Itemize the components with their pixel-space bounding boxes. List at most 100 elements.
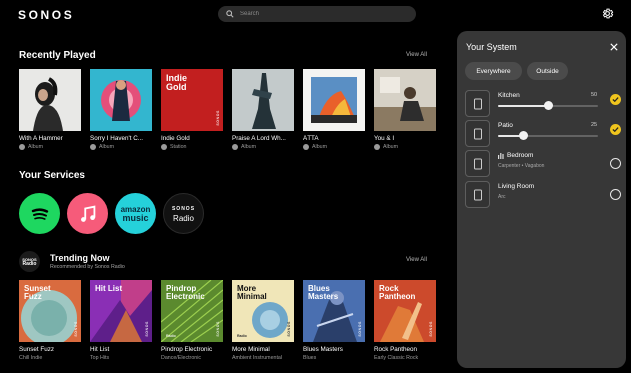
search-bar[interactable] xyxy=(218,6,416,22)
trending-view-all-link[interactable]: View All xyxy=(406,257,427,263)
art-sonos-mark: SONOS xyxy=(429,321,433,337)
room-select-circle[interactable] xyxy=(610,189,621,200)
recent-card-praise-a-lord[interactable]: Praise A Lord Wh... Album xyxy=(232,69,294,150)
card-type: Album xyxy=(99,144,115,150)
art-label: Indie Gold xyxy=(166,73,188,92)
card-title: Indie Gold xyxy=(161,135,190,142)
speaker-icon xyxy=(465,120,490,147)
sonos-radio-label-bottom: Radio xyxy=(173,213,194,223)
room-volume: 25 xyxy=(591,122,598,128)
art-label: Hit List xyxy=(95,284,123,293)
album-art xyxy=(374,69,436,131)
apple-music-service-button[interactable] xyxy=(67,193,108,234)
room-name: Patio xyxy=(498,122,513,129)
search-input[interactable] xyxy=(240,11,390,17)
volume-slider-thumb[interactable] xyxy=(544,101,553,110)
card-genre: Ambient Instrumental xyxy=(232,355,283,361)
your-services-heading: Your Services xyxy=(19,170,85,181)
art-label: More Minimal xyxy=(237,284,267,301)
apple-music-icon xyxy=(19,144,25,150)
card-title: Rock Pantheon xyxy=(374,346,418,353)
card-type: Station xyxy=(170,144,187,150)
card-title: Pindrop Electronic xyxy=(161,346,213,353)
sonos-radio-badge: SONOS Radio xyxy=(19,251,40,272)
art-label: Pindrop Electronic xyxy=(166,284,205,301)
group-pill-everywhere[interactable]: Everywhere xyxy=(465,62,522,80)
room-bedroom[interactable]: Bedroom Carpenter • Vagabon xyxy=(465,150,621,178)
room-living-room[interactable]: Living Room Arc xyxy=(465,181,621,209)
room-selected-check[interactable] xyxy=(610,124,621,135)
art-radio-mark: Radio xyxy=(166,334,176,338)
art-sonos-mark: SONOS xyxy=(216,110,220,126)
recent-card-you-and-i[interactable]: You & I Album xyxy=(374,69,436,150)
art-sonos-mark: SONOS xyxy=(145,321,149,337)
apple-music-icon xyxy=(374,144,380,150)
close-icon[interactable] xyxy=(610,43,618,51)
room-product: Arc xyxy=(498,194,506,200)
room-name: Kitchen xyxy=(498,92,520,99)
trending-card-pindrop-electronic[interactable]: Pindrop Electronic Radio SONOS Pindrop E… xyxy=(161,280,223,361)
card-type: Album xyxy=(383,144,399,150)
room-name: Bedroom xyxy=(507,152,534,159)
card-genre: Blues xyxy=(303,355,317,361)
speaker-icon xyxy=(465,181,490,208)
art-sonos-mark: SONOS xyxy=(216,321,220,337)
album-art xyxy=(19,69,81,131)
room-now-playing: Carpenter • Vagabon xyxy=(498,163,545,169)
room-patio[interactable]: Patio 25 xyxy=(465,120,621,148)
badge-bottom: Radio xyxy=(22,260,37,267)
recent-card-sorry[interactable]: Sorry I Haven't C... Album xyxy=(90,69,152,150)
trending-subtitle: Recommended by Sonos Radio xyxy=(50,264,125,270)
amazon-music-service-button[interactable]: amazon music xyxy=(115,193,156,234)
volume-slider-thumb[interactable] xyxy=(519,131,528,140)
trending-card-blues-masters[interactable]: Blues Masters SONOS Blues Masters Blues xyxy=(303,280,365,361)
sonos-radio-service-button[interactable]: SONOS Radio xyxy=(163,193,204,234)
speaker-icon xyxy=(465,150,490,177)
recent-card-atta[interactable]: ÁTTA Album xyxy=(303,69,365,150)
recent-card-with-a-hammer[interactable]: With A Hammer Album xyxy=(19,69,81,150)
room-name: Living Room xyxy=(498,183,535,190)
services-row: amazon music SONOS Radio xyxy=(19,193,204,234)
album-art xyxy=(90,69,152,131)
recently-played-view-all-link[interactable]: View All xyxy=(406,52,427,58)
room-selected-check[interactable] xyxy=(610,94,621,105)
art-label: Rock Pantheon xyxy=(379,284,416,301)
trending-card-sunset-fuzz[interactable]: Sunset Fuzz SONOS Sunset Fuzz Chill Indi… xyxy=(19,280,81,361)
trending-card-rock-pantheon[interactable]: Rock Pantheon SONOS Rock Pantheon Early … xyxy=(374,280,436,361)
trending-card-more-minimal[interactable]: More Minimal Radio SONOS More Minimal Am… xyxy=(232,280,294,361)
card-title: More Minimal xyxy=(232,346,270,353)
station-art: Sunset Fuzz SONOS xyxy=(19,280,81,342)
art-radio-mark: Radio xyxy=(237,334,247,338)
station-art: More Minimal Radio SONOS xyxy=(232,280,294,342)
search-icon xyxy=(226,10,234,18)
room-volume: 50 xyxy=(591,92,598,98)
your-system-panel: Your System Everywhere Outside Kitchen 5… xyxy=(457,31,626,368)
album-art xyxy=(303,69,365,131)
card-genre: Chill Indie xyxy=(19,355,43,361)
recent-card-indie-gold[interactable]: Indie Gold SONOS Indie Gold Station xyxy=(161,69,223,150)
art-sonos-mark: SONOS xyxy=(74,321,78,337)
trending-title: Trending Now xyxy=(50,253,110,263)
volume-slider-track[interactable] xyxy=(498,135,598,137)
art-label: Sunset Fuzz xyxy=(24,284,51,301)
album-art: Indie Gold SONOS xyxy=(161,69,223,131)
card-title: With A Hammer xyxy=(19,135,63,142)
art-sonos-mark: SONOS xyxy=(287,321,291,337)
art-sonos-mark: SONOS xyxy=(358,321,362,337)
gear-icon[interactable] xyxy=(601,7,614,20)
card-title: Praise A Lord Wh... xyxy=(232,135,286,142)
group-pill-outside[interactable]: Outside xyxy=(527,62,568,80)
recently-played-row: With A Hammer Album Sorry I Haven't C...… xyxy=(19,69,436,150)
trending-card-hit-list[interactable]: Hit List SONOS Hit List Top Hits xyxy=(90,280,152,361)
card-title: Sorry I Haven't C... xyxy=(90,135,143,142)
card-title: You & I xyxy=(374,135,395,142)
volume-slider-fill xyxy=(498,105,548,107)
room-kitchen[interactable]: Kitchen 50 xyxy=(465,90,621,118)
room-select-circle[interactable] xyxy=(610,158,621,169)
album-art xyxy=(232,69,294,131)
card-title: Blues Masters xyxy=(303,346,343,353)
spotify-service-button[interactable] xyxy=(19,193,60,234)
music-note-icon xyxy=(80,205,95,222)
spotify-icon xyxy=(303,144,309,150)
station-art: Blues Masters SONOS xyxy=(303,280,365,342)
